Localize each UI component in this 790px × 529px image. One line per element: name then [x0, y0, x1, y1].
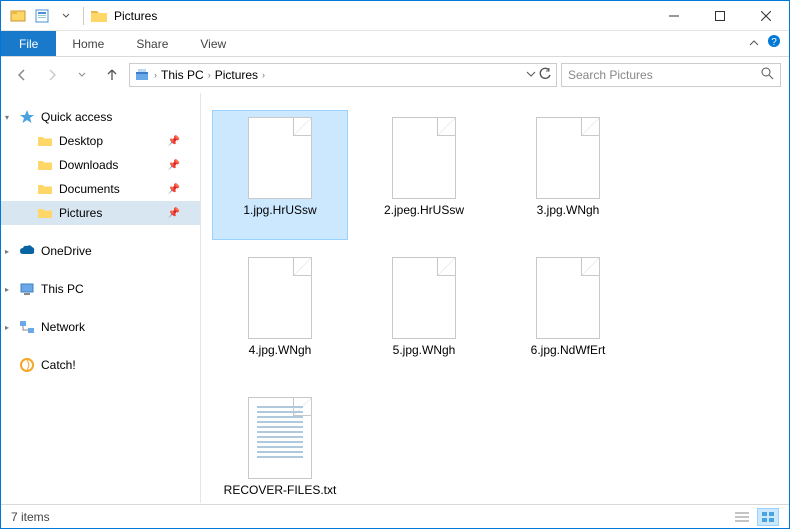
explorer-app-icon — [7, 5, 29, 27]
breadcrumb-thispc[interactable]: This PC — [161, 68, 204, 82]
chevron-right-icon[interactable]: › — [154, 70, 157, 80]
help-icon[interactable]: ? — [767, 34, 781, 53]
file-item[interactable]: 6.jpg.NdWfErt — [501, 251, 635, 379]
sidebar-quick-access[interactable]: ▾ Quick access — [1, 105, 200, 129]
chevron-right-icon[interactable]: ▸ — [5, 285, 9, 294]
sidebar-item-documents[interactable]: Documents 📌 — [1, 177, 200, 201]
view-details-button[interactable] — [731, 508, 753, 526]
cloud-icon — [19, 243, 35, 259]
sidebar-item-label: Quick access — [41, 110, 200, 124]
tab-share[interactable]: Share — [120, 31, 184, 56]
sidebar-item-label: Catch! — [41, 358, 200, 372]
pin-icon: 📌 — [168, 160, 180, 171]
maximize-button[interactable] — [697, 1, 743, 31]
window-title: Pictures — [114, 9, 157, 23]
pin-icon: 📌 — [168, 184, 180, 195]
chevron-right-icon[interactable]: ▸ — [5, 247, 9, 256]
file-item[interactable]: 4.jpg.WNgh — [213, 251, 347, 379]
ribbon-tabs: File Home Share View ? — [1, 31, 789, 57]
view-large-icons-button[interactable] — [757, 508, 779, 526]
folder-icon — [37, 181, 53, 197]
blank-file-icon — [388, 115, 460, 203]
sidebar-item-pictures[interactable]: Pictures 📌 — [1, 201, 200, 225]
sidebar-item-label: OneDrive — [41, 244, 200, 258]
sidebar-item-label: Desktop — [59, 134, 162, 148]
breadcrumb-pictures[interactable]: Pictures — [215, 68, 258, 82]
file-name: 3.jpg.WNgh — [537, 203, 600, 217]
status-bar: 7 items — [1, 504, 789, 528]
sidebar-item-desktop[interactable]: Desktop 📌 — [1, 129, 200, 153]
sidebar-onedrive[interactable]: ▸ OneDrive — [1, 239, 200, 263]
address-bar[interactable]: › This PC › Pictures › — [129, 63, 557, 87]
file-list[interactable]: 1.jpg.HrUSsw 2.jpeg.HrUSsw 3.jpg.WNgh 4.jpg… — [201, 93, 789, 503]
sidebar: ▾ Quick access Desktop 📌 Downloads 📌 Doc… — [1, 93, 201, 503]
minimize-button[interactable] — [651, 1, 697, 31]
search-input[interactable]: Search Pictures — [561, 63, 781, 87]
address-dropdown-icon[interactable] — [526, 68, 536, 82]
chevron-down-icon[interactable]: ▾ — [5, 113, 9, 122]
title-bar: Pictures — [1, 1, 789, 31]
file-item[interactable]: RECOVER-FILES.txt — [213, 391, 347, 519]
qat-dropdown-icon[interactable] — [55, 5, 77, 27]
refresh-icon[interactable] — [538, 67, 552, 84]
folder-icon — [37, 133, 53, 149]
tab-view[interactable]: View — [184, 31, 242, 56]
sidebar-item-downloads[interactable]: Downloads 📌 — [1, 153, 200, 177]
qat-properties-icon[interactable] — [31, 5, 53, 27]
pc-icon — [19, 281, 35, 297]
recent-dropdown-icon[interactable] — [69, 62, 95, 88]
file-name: 2.jpeg.HrUSsw — [384, 203, 464, 217]
chevron-right-icon[interactable]: ▸ — [5, 323, 9, 332]
file-item[interactable]: 1.jpg.HrUSsw — [213, 111, 347, 239]
breadcrumb-root-icon[interactable] — [134, 66, 150, 85]
blank-file-icon — [244, 255, 316, 343]
search-placeholder: Search Pictures — [568, 68, 653, 82]
chevron-right-icon[interactable]: › — [262, 70, 265, 80]
search-icon[interactable] — [761, 67, 774, 83]
file-name: RECOVER-FILES.txt — [224, 483, 337, 497]
sidebar-item-label: Pictures — [59, 206, 162, 220]
folder-icon — [37, 157, 53, 173]
file-item[interactable]: 3.jpg.WNgh — [501, 111, 635, 239]
file-name: 5.jpg.WNgh — [393, 343, 456, 357]
sidebar-thispc[interactable]: ▸ This PC — [1, 277, 200, 301]
folder-icon — [37, 205, 53, 221]
sidebar-item-label: Network — [41, 320, 200, 334]
sidebar-network[interactable]: ▸ Network — [1, 315, 200, 339]
status-count: 7 items — [11, 510, 50, 524]
file-name: 1.jpg.HrUSsw — [243, 203, 316, 217]
text-file-icon — [244, 395, 316, 483]
file-item[interactable]: 2.jpeg.HrUSsw — [357, 111, 491, 239]
back-button[interactable] — [9, 62, 35, 88]
sidebar-catch[interactable]: Catch! — [1, 353, 200, 377]
blank-file-icon — [532, 255, 604, 343]
tab-file[interactable]: File — [1, 31, 56, 56]
sidebar-item-label: Documents — [59, 182, 162, 196]
blank-file-icon — [532, 115, 604, 203]
up-button[interactable] — [99, 62, 125, 88]
blank-file-icon — [244, 115, 316, 203]
close-button[interactable] — [743, 1, 789, 31]
file-name: 6.jpg.NdWfErt — [531, 343, 606, 357]
pin-icon: 📌 — [168, 136, 180, 147]
blank-file-icon — [388, 255, 460, 343]
tab-home[interactable]: Home — [56, 31, 120, 56]
file-name: 4.jpg.WNgh — [249, 343, 312, 357]
svg-text:?: ? — [771, 37, 777, 48]
forward-button[interactable] — [39, 62, 65, 88]
sidebar-item-label: Downloads — [59, 158, 162, 172]
network-icon — [19, 319, 35, 335]
star-icon — [19, 109, 35, 125]
ribbon-expand-icon[interactable] — [749, 35, 759, 53]
folder-icon — [90, 7, 108, 25]
file-item[interactable]: 5.jpg.WNgh — [357, 251, 491, 379]
chevron-right-icon[interactable]: › — [208, 70, 211, 80]
catch-icon — [19, 357, 35, 373]
sidebar-item-label: This PC — [41, 282, 200, 296]
nav-bar: › This PC › Pictures › Search Pictures — [1, 57, 789, 93]
pin-icon: 📌 — [168, 208, 180, 219]
